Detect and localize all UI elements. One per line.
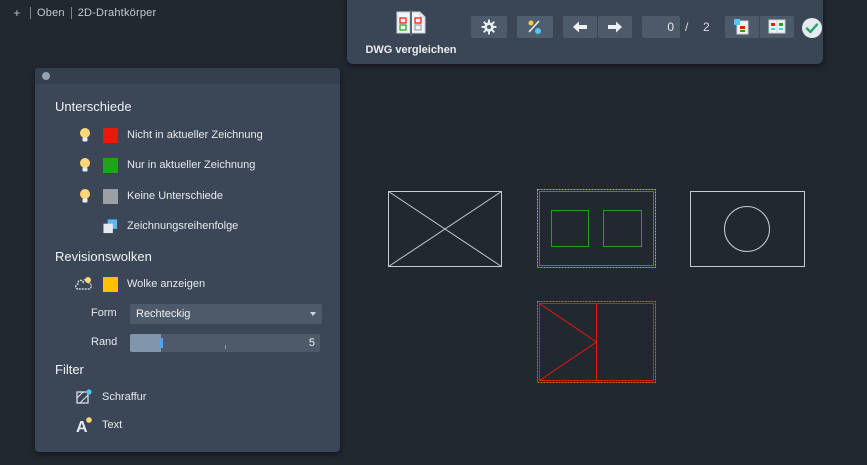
- panel-titlebar[interactable]: [35, 68, 340, 84]
- slider-thumb[interactable]: [160, 338, 163, 348]
- svg-text:A: A: [76, 419, 88, 434]
- filter-heading: Filter: [55, 362, 84, 377]
- difference-label: Nicht in aktueller Zeichnung: [127, 129, 263, 141]
- drawing-rect-circle: [690, 191, 805, 267]
- difference-label: Keine Unterschiede: [127, 190, 224, 202]
- form-select-value: Rechteckig: [136, 308, 191, 320]
- revision-clouds-heading: Revisionswolken: [55, 249, 152, 264]
- visibility-bulb-icon[interactable]: [79, 188, 91, 204]
- hatch-icon: [76, 389, 92, 404]
- chevron-down-icon: [310, 312, 316, 316]
- filter-hatch-row[interactable]: Schraffur: [35, 388, 340, 406]
- visibility-bulb-icon[interactable]: [79, 157, 91, 173]
- color-swatch-green[interactable]: [103, 157, 118, 173]
- color-swatch-yellow[interactable]: [103, 276, 118, 292]
- slider-tick: [225, 345, 226, 349]
- drawing-rect-cross: [388, 191, 502, 267]
- difference-row-removed: Nicht in aktueller Zeichnung: [35, 126, 340, 144]
- margin-label: Rand: [91, 336, 118, 348]
- draw-order-icon: [103, 218, 118, 233]
- draw-order-row[interactable]: Zeichnungsreihenfolge: [35, 217, 340, 235]
- difference-row-unchanged: Keine Unterschiede: [35, 187, 340, 205]
- differences-heading: Unterschiede: [55, 99, 132, 114]
- difference-row-added: Nur in aktueller Zeichnung: [35, 156, 340, 174]
- panel-grip-icon[interactable]: [42, 72, 50, 80]
- slider-fill: [130, 334, 161, 352]
- filter-text-row[interactable]: A Text: [35, 416, 340, 434]
- drawing-green-block: [537, 189, 656, 268]
- filter-label: Schraffur: [102, 391, 147, 403]
- margin-slider[interactable]: 5: [130, 334, 320, 352]
- compare-settings-panel: Unterschiede Nicht in aktueller Zeichnun…: [35, 68, 340, 452]
- difference-label: Nur in aktueller Zeichnung: [127, 159, 256, 171]
- drawing-red-block: [537, 301, 656, 383]
- show-cloud-label: Wolke anzeigen: [127, 278, 206, 290]
- cloud-visibility-icon[interactable]: [75, 276, 93, 292]
- visibility-bulb-icon[interactable]: [79, 127, 91, 143]
- form-select[interactable]: Rechteckig: [130, 304, 322, 324]
- color-swatch-red[interactable]: [103, 127, 118, 143]
- form-label: Form: [91, 307, 117, 319]
- text-icon: A: [76, 417, 92, 434]
- margin-value: 5: [308, 337, 315, 349]
- filter-label: Text: [102, 419, 123, 431]
- draw-order-label: Zeichnungsreihenfolge: [127, 220, 239, 232]
- show-cloud-row: Wolke anzeigen: [35, 275, 340, 293]
- color-swatch-gray[interactable]: [103, 188, 118, 204]
